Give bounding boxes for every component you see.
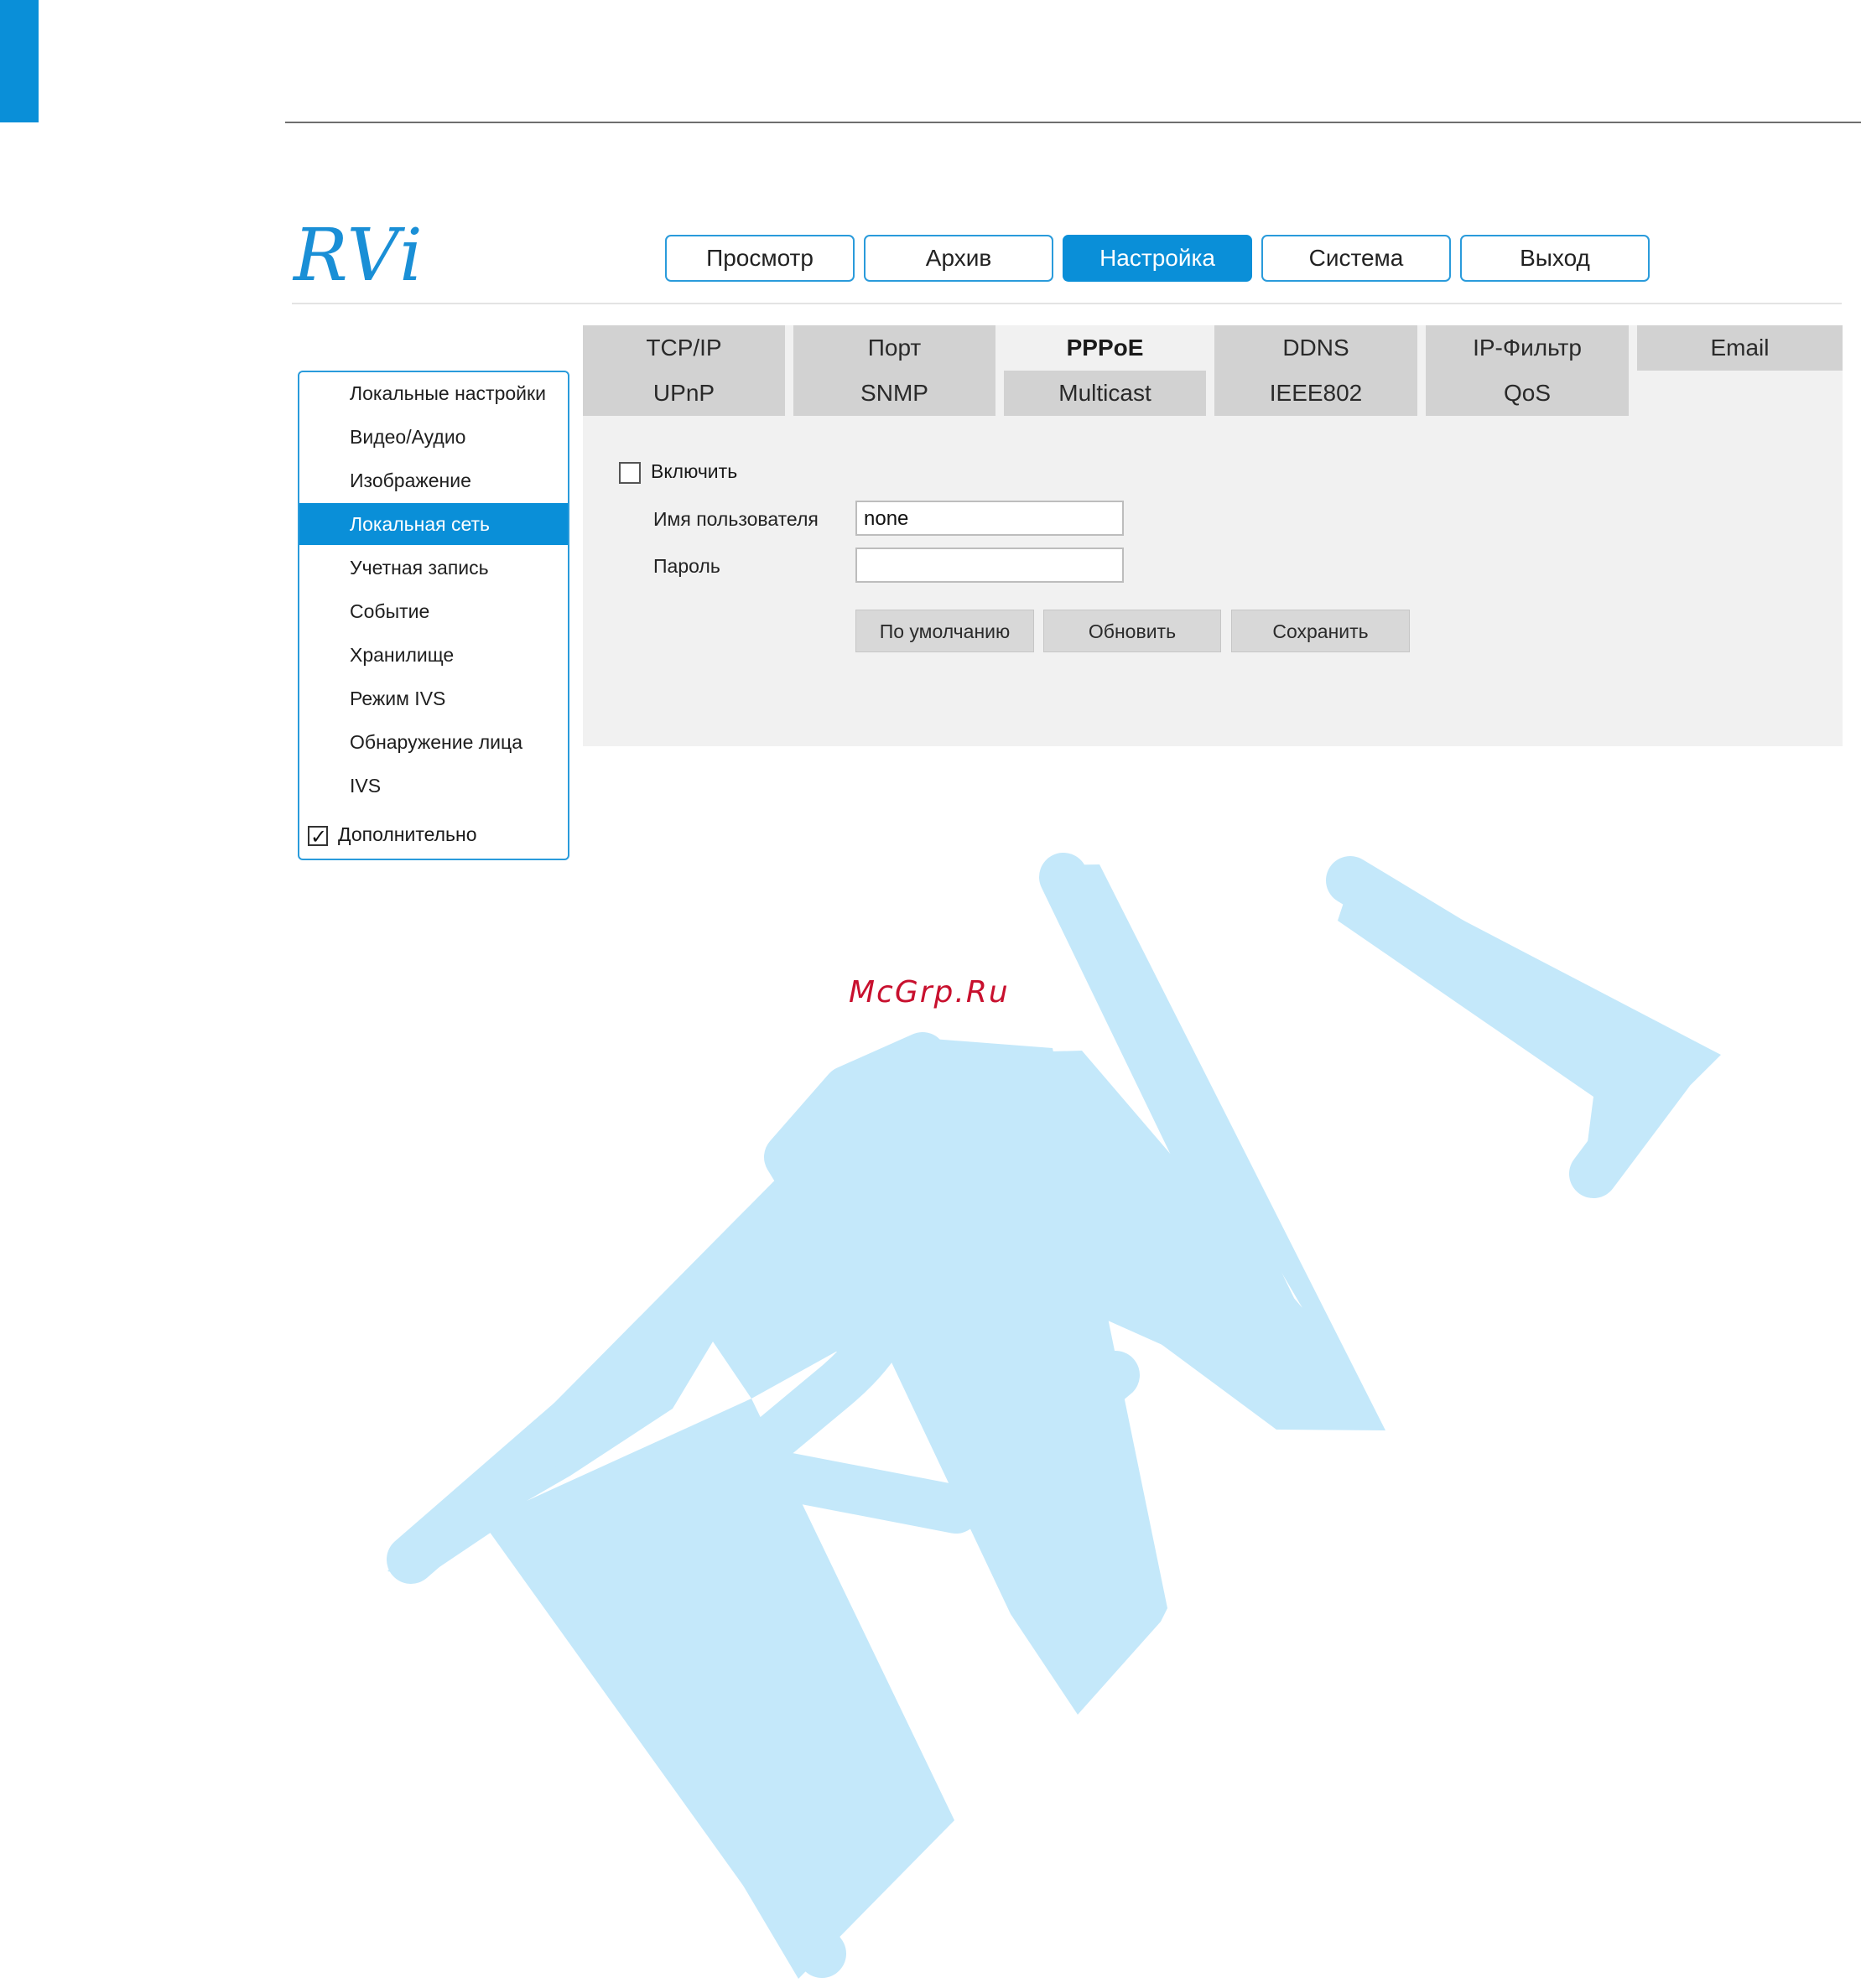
nav-button-system[interactable]: Система	[1261, 235, 1451, 282]
tab-snmp[interactable]: SNMP	[793, 371, 995, 416]
tab-ip-filter[interactable]: IP-Фильтр	[1426, 325, 1629, 371]
nav-button-view[interactable]: Просмотр	[665, 235, 855, 282]
corner-accent-bar	[0, 0, 39, 122]
default-button[interactable]: По умолчанию	[855, 610, 1034, 652]
sidebar-item-ivs-mode[interactable]: Режим IVS	[299, 677, 568, 719]
username-label: Имя пользователя	[653, 508, 819, 530]
sidebar-item-video-audio[interactable]: Видео/Аудио	[299, 416, 568, 458]
tab-pppoe[interactable]: PPPoE	[1004, 325, 1206, 371]
sidebar-item-storage[interactable]: Хранилище	[299, 634, 568, 676]
enable-label: Включить	[651, 460, 738, 482]
tab-ieee802[interactable]: IEEE802	[1214, 371, 1417, 416]
tab-qos[interactable]: QoS	[1426, 371, 1629, 416]
advanced-toggle[interactable]: Дополнительно	[308, 820, 477, 851]
advanced-label: Дополнительно	[338, 823, 477, 845]
watermark-letter-r	[387, 1039, 1167, 1979]
tab-ddns[interactable]: DDNS	[1214, 325, 1417, 371]
watermark-letter-1	[1338, 864, 1721, 1194]
tab-email[interactable]: Email	[1637, 325, 1843, 371]
sidebar-item-event[interactable]: Событие	[299, 590, 568, 632]
header-divider	[292, 303, 1842, 304]
sidebar-item-account[interactable]: Учетная запись	[299, 547, 568, 589]
save-button[interactable]: Сохранить	[1231, 610, 1410, 652]
nav-button-settings[interactable]: Настройка	[1063, 235, 1252, 282]
watermark-site-text: McGrp.Ru	[849, 975, 1010, 1010]
sidebar-item-image[interactable]: Изображение	[299, 459, 568, 501]
nav-button-archive[interactable]: Архив	[864, 235, 1053, 282]
brand-logo: RVi	[294, 214, 444, 298]
brand-logo-text: RVi	[294, 214, 424, 298]
page-top-rule	[285, 122, 1861, 123]
enable-pppoe-row[interactable]: Включить	[619, 459, 738, 484]
refresh-button[interactable]: Обновить	[1043, 610, 1221, 652]
watermark-letter-v	[756, 864, 1385, 1430]
nav-button-logout[interactable]: Выход	[1460, 235, 1650, 282]
settings-sidebar: Локальные настройки Видео/Аудио Изображе…	[298, 371, 569, 860]
username-field[interactable]: none	[855, 501, 1124, 536]
tab-port[interactable]: Порт	[793, 325, 995, 371]
sidebar-item-local-settings[interactable]: Локальные настройки	[299, 372, 568, 414]
sidebar-item-face-detection[interactable]: Обнаружение лица	[299, 721, 568, 763]
password-label: Пароль	[653, 555, 720, 577]
tab-tcpip[interactable]: TCP/IP	[583, 325, 785, 371]
password-field[interactable]	[855, 548, 1124, 583]
tab-upnp[interactable]: UPnP	[583, 371, 785, 416]
enable-checkbox[interactable]	[619, 461, 641, 484]
sidebar-item-network[interactable]: Локальная сеть	[299, 503, 568, 545]
tab-multicast[interactable]: Multicast	[1004, 371, 1206, 416]
sidebar-item-ivs[interactable]: IVS	[299, 765, 568, 807]
advanced-checkbox[interactable]	[308, 823, 328, 851]
